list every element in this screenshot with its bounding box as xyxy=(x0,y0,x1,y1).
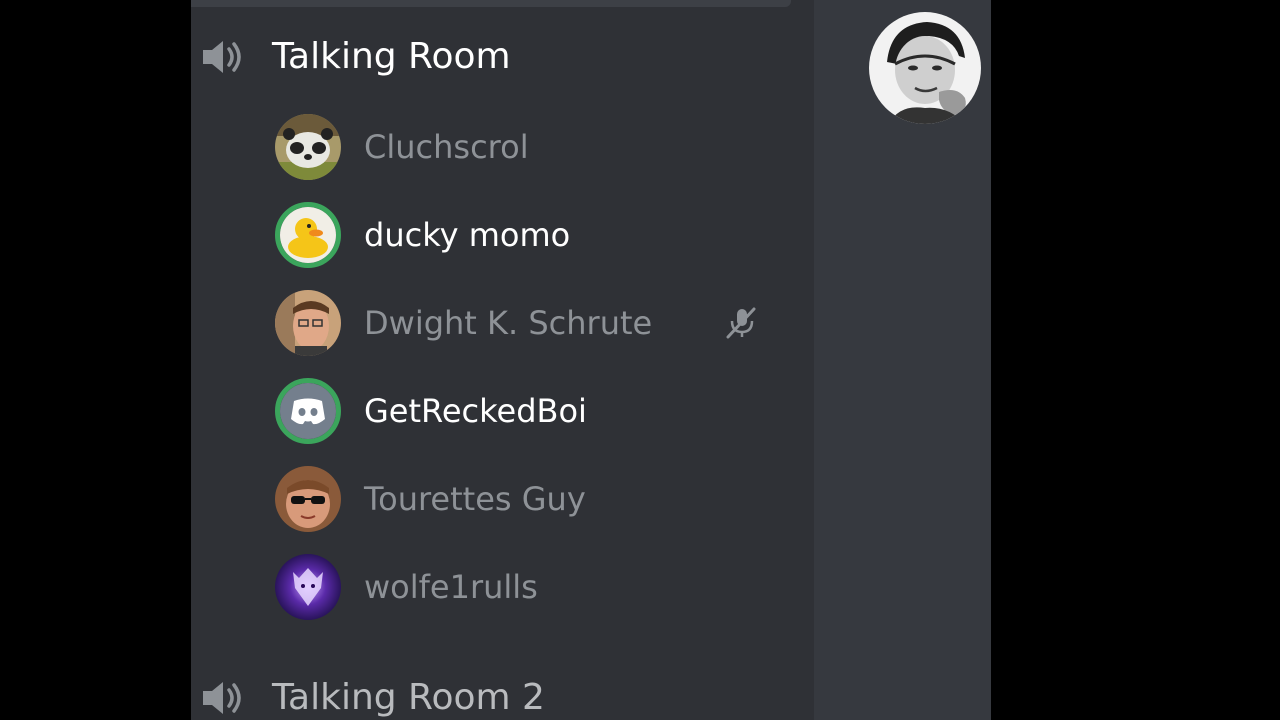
channel-name: Talking Room xyxy=(272,36,511,77)
purple-wolf-avatar xyxy=(275,554,341,620)
voice-member[interactable]: ducky momo xyxy=(274,201,794,271)
member-name: Dwight K. Schrute xyxy=(364,304,653,342)
man-with-sunglasses-avatar xyxy=(275,466,341,532)
app-window: Talking Room Cluchscrol ducky momo Dwigh… xyxy=(0,0,1280,720)
voice-member[interactable]: Dwight K. Schrute xyxy=(274,289,794,359)
muted-microphone-icon xyxy=(726,307,756,339)
channel-name: Talking Room 2 xyxy=(272,677,545,718)
black-and-white-portrait-avatar[interactable] xyxy=(869,12,981,124)
member-name: wolfe1rulls xyxy=(364,568,538,606)
voice-member[interactable]: GetReckedBoi xyxy=(274,377,794,447)
channel-list-panel: Talking Room Cluchscrol ducky momo Dwigh… xyxy=(191,0,814,720)
panda-avatar xyxy=(275,114,341,180)
voice-member[interactable]: wolfe1rulls xyxy=(274,553,794,623)
discord-default-avatar xyxy=(275,378,341,444)
voice-member[interactable]: Tourettes Guy xyxy=(274,465,794,535)
voice-channel-talking-room[interactable]: Talking Room xyxy=(191,32,791,82)
member-name: Cluchscrol xyxy=(364,128,529,166)
member-name: GetReckedBoi xyxy=(364,392,587,430)
previous-channel-edge xyxy=(191,0,791,7)
man-with-glasses-avatar xyxy=(275,290,341,356)
voice-member[interactable]: Cluchscrol xyxy=(274,113,794,183)
speaker-icon xyxy=(203,682,241,714)
member-name: ducky momo xyxy=(364,216,571,254)
speaker-icon xyxy=(203,41,241,73)
voice-channel-talking-room-2[interactable]: Talking Room 2 xyxy=(191,673,791,720)
rubber-duck-avatar xyxy=(275,202,341,268)
member-name: Tourettes Guy xyxy=(364,480,586,518)
